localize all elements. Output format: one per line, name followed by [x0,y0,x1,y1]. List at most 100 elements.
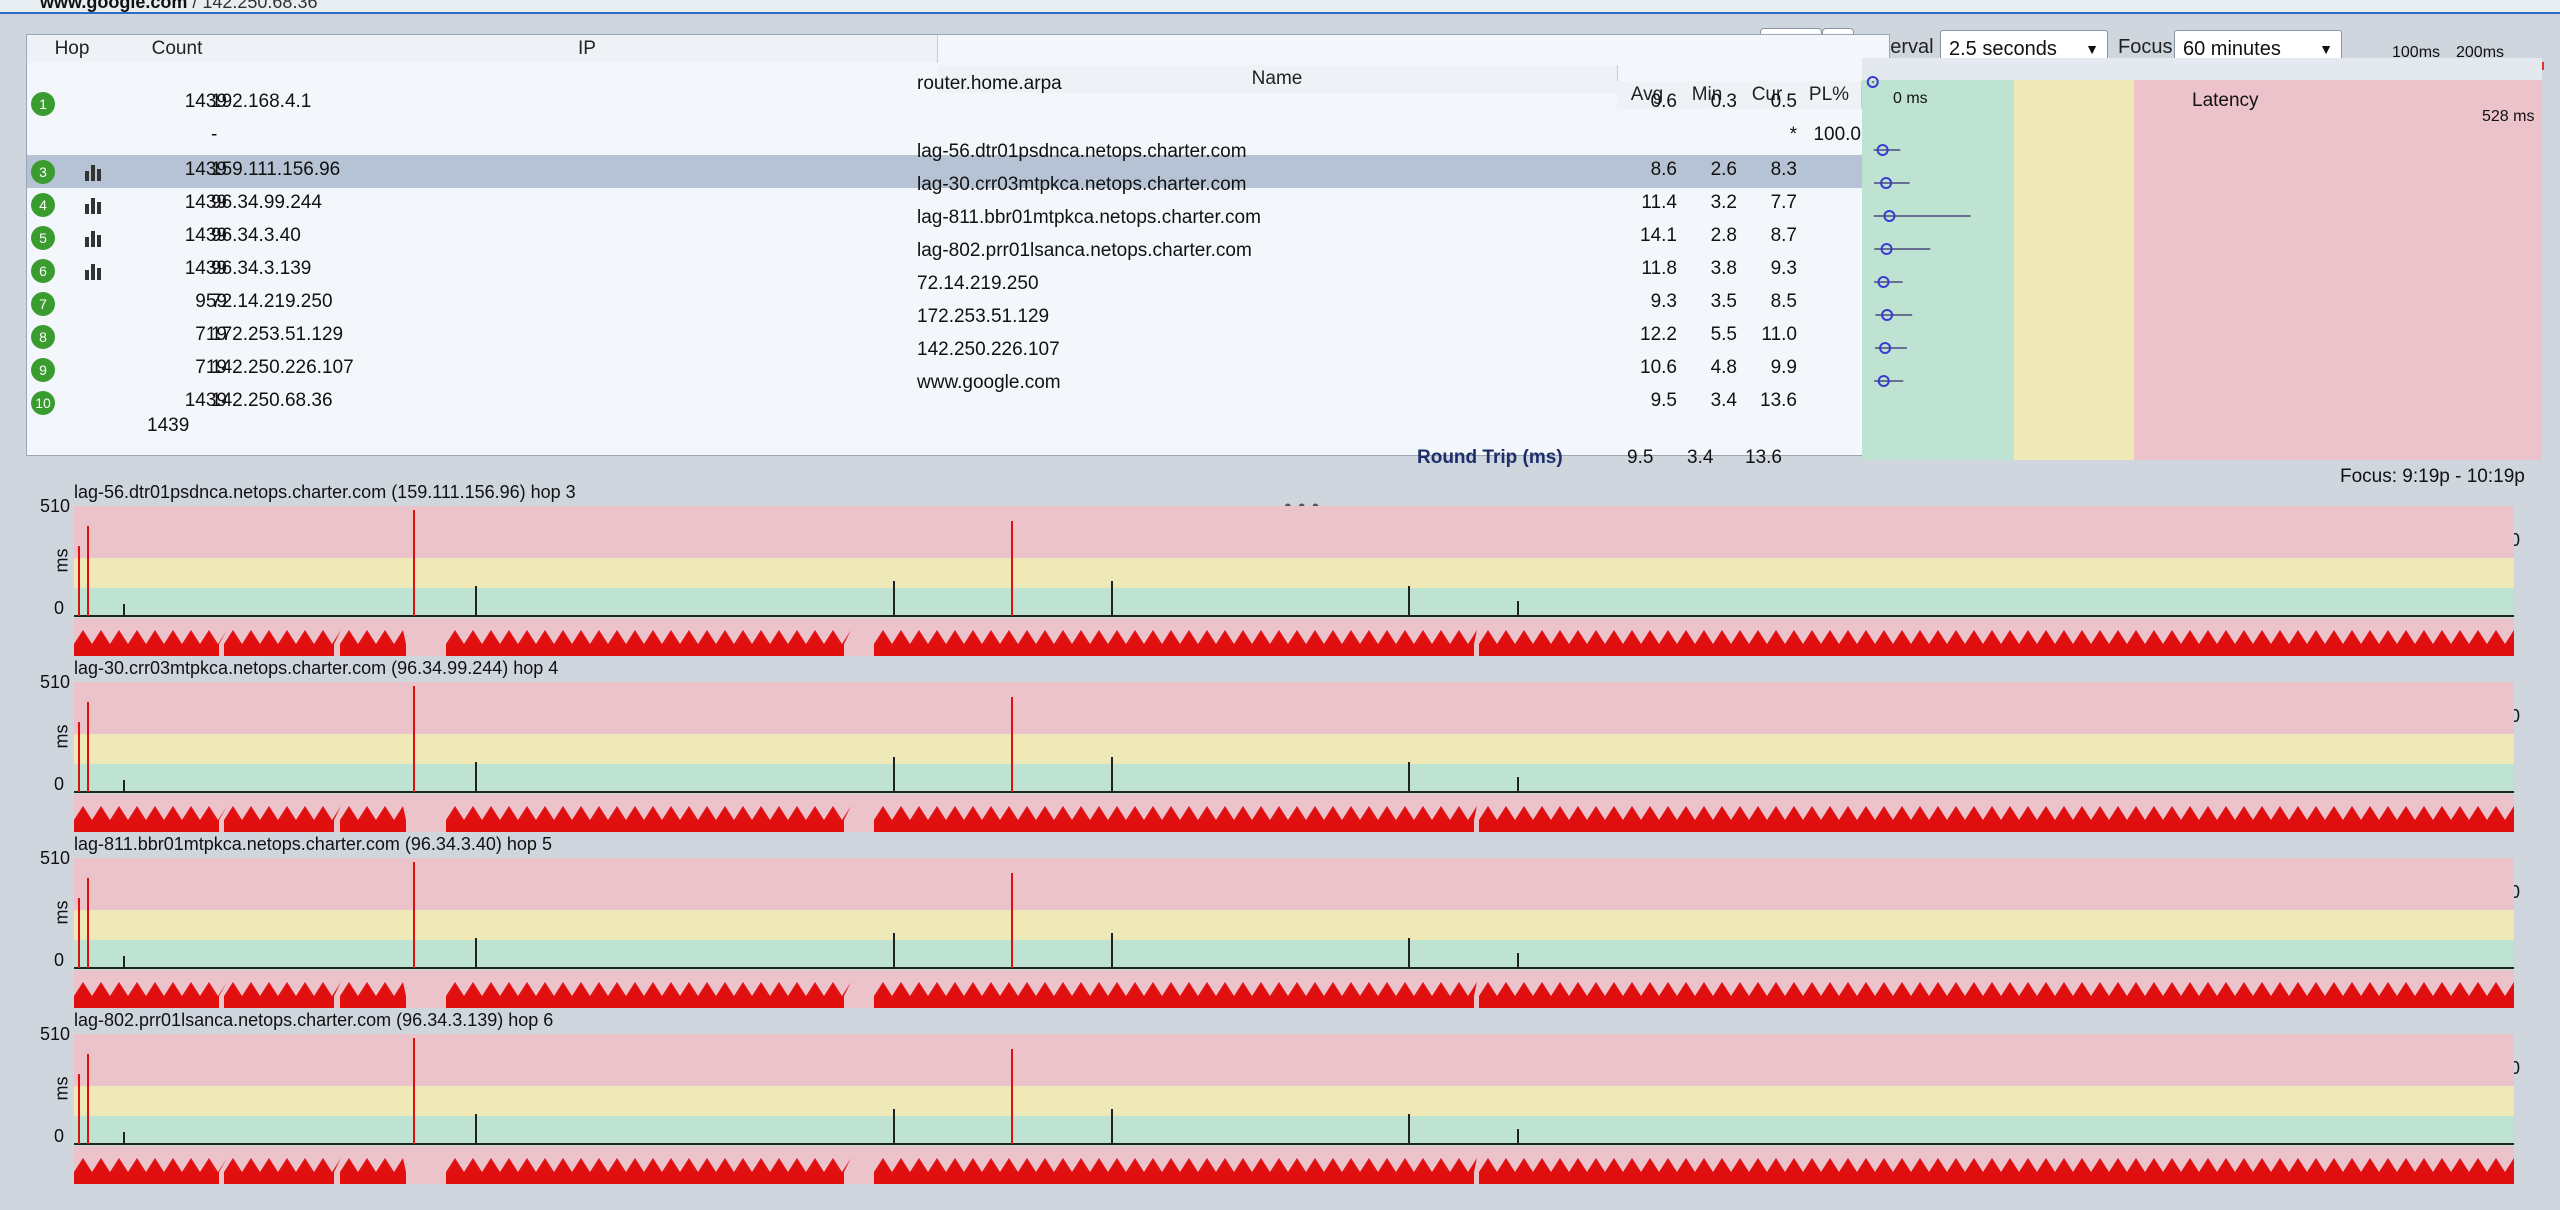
low-latency-band [74,764,2514,794]
cell-ip: 172.253.51.129 [211,324,344,345]
cell-ip: 142.250.68.36 [211,390,333,411]
low-latency-band [74,940,2514,970]
cell-avg: 12.2 [1640,324,1677,345]
cell-min: 2.6 [1710,159,1737,180]
latency-good-zone [1862,58,2014,460]
col-ip[interactable]: IP [237,35,938,63]
cell-name: lag-56.dtr01psdnca.netops.charter.com [917,141,1247,162]
latency-history-plot[interactable] [74,506,2514,656]
cell-ip: 96.34.3.40 [211,225,301,246]
col-count[interactable]: Count [117,35,238,63]
cell-name: lag-30.crr03mtpkca.netops.charter.com [917,174,1247,195]
table-row[interactable]: 1 1439 192.168.4.1 router.home.arpa 0.6 0.3 0.… [27,73,1889,120]
cell-cur: 8.7 [1770,225,1797,246]
cell-avg: 11.8 [1641,258,1677,279]
cell-cur: 11.0 [1761,324,1797,345]
cell-min: 0.3 [1710,91,1737,112]
graph-icon[interactable] [85,165,105,181]
y-axis-min: 0 [54,1126,65,1146]
latency-warn-zone [2014,58,2134,460]
hop-number: 7 [31,292,55,316]
cell-avg: 14.1 [1640,225,1677,246]
cell-avg: 11.4 [1641,192,1677,213]
latency-graph-pane: 0 ms Latency 528 ms [1862,58,2542,460]
round-trip-cur: 13.6 [1745,447,1782,468]
cell-cur: 9.9 [1770,357,1797,378]
chart-title: lag-30.crr03mtpkca.netops.charter.com (9… [74,658,559,678]
cell-min: 2.8 [1710,225,1737,246]
latency-graph [1862,58,2542,460]
latency-axis-min: 0 ms [1893,90,1928,107]
cell-avg: 10.6 [1640,357,1677,378]
hop-number: 4 [31,193,55,217]
latency-history-plot[interactable] [74,858,2514,1008]
cell-name: 172.253.51.129 [917,306,1050,327]
round-trip-min: 3.4 [1687,447,1714,468]
graph-icon[interactable] [85,264,105,280]
cell-avg: 9.3 [1650,291,1677,312]
breadcrumb: www.google.com / 142.250.68.36 [40,0,317,13]
cell-ip: 159.111.156.96 [211,159,341,180]
chart-title: lag-56.dtr01psdnca.netops.charter.com (1… [74,482,576,502]
cell-name: router.home.arpa [917,73,1062,94]
hop-number: 10 [31,391,55,415]
y-axis-min: 0 [54,598,65,618]
focus-value: 60 minutes [2183,38,2281,60]
cell-name: lag-811.bbr01mtpkca.netops.charter.com [917,207,1261,228]
cell-avg: 0.6 [1650,91,1677,112]
y-axis-unit: ms [51,900,72,925]
cell-cur: * [1789,124,1797,145]
total-count: 1439 [147,415,190,436]
cell-ip: 96.34.99.244 [211,192,322,213]
low-latency-band [74,588,2514,618]
medium-latency-band [74,558,2514,588]
cell-min: 4.8 [1710,357,1737,378]
cell-name: 72.14.219.250 [917,273,1039,294]
chart-title: lag-802.prr01lsanca.netops.charter.com (… [74,1010,554,1030]
hop-number: 6 [31,259,55,283]
cell-min: 3.2 [1710,192,1737,213]
cell-name: www.google.com [917,372,1061,393]
cell-ip: 96.34.3.139 [211,258,312,279]
focus-label: Focus [2118,36,2173,58]
graph-icon[interactable] [85,198,105,214]
round-trip-avg: 9.5 [1627,447,1654,468]
cell-name: 142.250.226.107 [917,339,1060,360]
graph-icon[interactable] [85,231,105,247]
cell-avg: 9.5 [1650,390,1677,411]
hop-history-chart[interactable]: lag-802.prr01lsanca.netops.charter.com (… [40,1010,2520,1187]
medium-latency-band [74,1086,2514,1116]
latency-header-band [1862,58,2542,80]
cell-cur: 8.5 [1770,291,1797,312]
col-hop[interactable]: Hop [27,35,118,63]
cell-pl: 100.0 [1813,124,1861,145]
hop-history-chart[interactable]: lag-30.crr03mtpkca.netops.charter.com (9… [40,658,2520,835]
y-axis-max: 510 [40,1024,71,1044]
y-axis-max: 510 [40,496,71,516]
chart-title: lag-811.bbr01mtpkca.netops.charter.com (… [74,834,552,854]
cell-min: 5.5 [1710,324,1737,345]
hop-number: 9 [31,358,55,382]
cell-ip: 192.168.4.1 [211,91,312,112]
y-axis-min: 0 [54,950,65,970]
hop-history-chart[interactable]: lag-811.bbr01mtpkca.netops.charter.com (… [40,834,2520,1011]
hop-number: 1 [31,92,55,116]
breadcrumb-ip: 142.250.68.36 [202,0,318,12]
hop-history-chart[interactable]: lag-56.dtr01psdnca.netops.charter.com (1… [40,482,2520,659]
hop-number: 8 [31,325,55,349]
y-axis-unit: ms [51,724,72,749]
latency-history-plot[interactable] [74,682,2514,832]
hop-number: 5 [31,226,55,250]
trace-table: Hop Count IP Name Avg Min Cur PL% 1 1439 1… [26,34,1890,468]
table-row[interactable]: 10 1439 142.250.68.36 www.google.com 9.5 3.4 1… [27,372,1889,419]
cell-ip: 142.250.226.107 [211,357,354,378]
latency-history-plot[interactable] [74,1034,2514,1184]
medium-latency-band [74,734,2514,764]
low-latency-band [74,1116,2514,1146]
cell-min: 3.4 [1710,390,1737,411]
breadcrumb-host[interactable]: www.google.com [40,0,187,12]
cell-min: 3.5 [1710,291,1737,312]
cell-cur: 7.7 [1770,192,1797,213]
latency-header: Latency [2192,90,2259,111]
round-trip-label: Round Trip (ms) [1417,447,1563,468]
